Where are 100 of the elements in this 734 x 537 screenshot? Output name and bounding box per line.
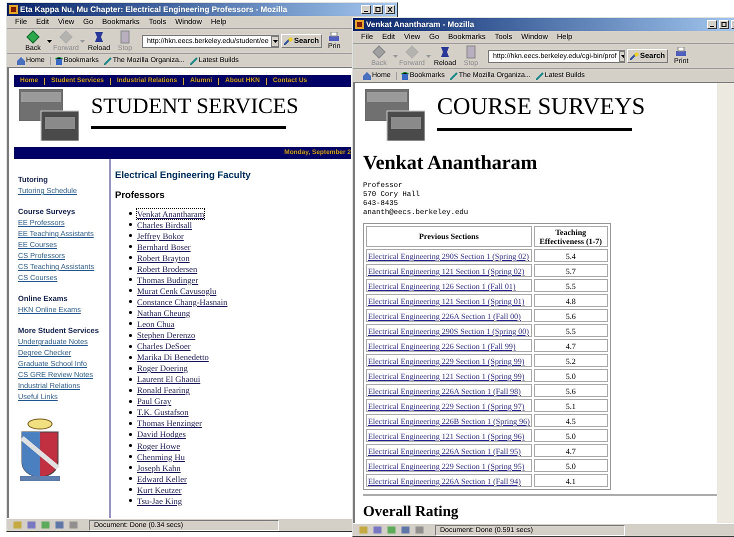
forward-arrow-icon <box>59 30 73 44</box>
bullet-icon <box>129 400 132 403</box>
professor-link[interactable]: Tsu-Jae King <box>137 496 182 506</box>
professor-name: Venkat Anantharam <box>363 153 538 173</box>
maximize-button[interactable] <box>719 20 729 29</box>
professor-link[interactable]: Chenming Hu <box>137 452 185 462</box>
bullet-icon <box>129 410 132 414</box>
professor-link[interactable]: Edward Keller <box>137 474 187 484</box>
bullet-icon <box>129 422 132 425</box>
bullet-icon <box>129 334 132 337</box>
bullet-icon <box>129 245 132 248</box>
professor-link[interactable]: Murat Cenk Cavusoglu <box>137 286 216 296</box>
professor-link[interactable]: Bernhard Boser <box>137 242 191 252</box>
bullet-icon <box>129 289 132 292</box>
professor-link[interactable]: Charles DeSoer <box>137 341 191 352</box>
dropdown-caret-icon <box>393 54 398 58</box>
table-cell: 5.0 <box>566 462 576 471</box>
professor-link[interactable]: Thomas Henzinger <box>137 418 202 428</box>
pencil-icon <box>190 56 198 64</box>
professor-link[interactable]: T.K. Gustafson <box>137 407 189 418</box>
maximize-icon <box>375 7 381 12</box>
professor-link[interactable]: Charles Birdsall <box>137 220 192 230</box>
bullet-icon <box>129 488 132 492</box>
professor-link[interactable]: Thomas Budinger <box>137 274 198 285</box>
professor-link[interactable]: Paul Gray <box>137 396 172 406</box>
professor-link[interactable]: Laurent El Ghaoui <box>137 374 200 384</box>
table-cell: 4.7 <box>566 447 576 456</box>
bookmarks-icon <box>400 72 409 80</box>
banner-title: COURSE SURVEYS <box>437 95 646 119</box>
professor-link[interactable]: Roger Howe <box>137 440 180 450</box>
professor-link[interactable]: Robert Brayton <box>137 252 190 263</box>
dropdown-caret-icon <box>80 40 85 42</box>
table-cell: 5.1 <box>566 402 576 411</box>
bullet-icon <box>129 466 132 470</box>
pencil-icon <box>104 56 112 64</box>
search-icon <box>630 52 639 60</box>
table-cell: 5.5 <box>566 282 576 291</box>
professor-link[interactable]: Jeffrey Bokor <box>137 230 184 241</box>
professor-link[interactable]: Ronald Fearing <box>137 385 190 396</box>
photo-placeholder <box>365 89 425 141</box>
professor-link[interactable]: David Hodges <box>137 429 186 440</box>
professor-link[interactable]: Nathan Cheung <box>137 308 190 318</box>
professor-link[interactable]: Joseph Kahn <box>137 462 181 473</box>
close-icon <box>387 7 393 12</box>
professor-link[interactable]: Stephen Derenzo <box>137 330 196 340</box>
bullet-icon <box>129 223 132 226</box>
bullet-icon <box>129 378 132 381</box>
section-heading: Professors <box>115 190 165 200</box>
professor-link[interactable]: Robert Brodersen <box>137 264 198 274</box>
table-cell: 5.0 <box>566 372 576 381</box>
professor-link[interactable]: Marika Di Benedetto <box>137 352 209 362</box>
bullet-icon <box>129 256 132 260</box>
table-cell: 5.5 <box>566 327 576 336</box>
table-cell: 4.5 <box>566 417 576 426</box>
table-cell: 4.1 <box>566 477 576 486</box>
bullet-icon <box>129 356 132 359</box>
table-cell: 5.4 <box>566 252 576 261</box>
printer-icon <box>675 47 688 57</box>
professor-link[interactable]: Kurt Keutzer <box>137 484 182 495</box>
bullet-icon <box>129 234 132 238</box>
dropdown-button[interactable] <box>270 36 278 46</box>
table-cell: 5.6 <box>566 312 576 321</box>
bullet-icon <box>129 278 132 282</box>
bullet-icon <box>129 344 132 348</box>
close-button[interactable] <box>385 5 395 14</box>
dropdown-caret-icon <box>272 40 278 42</box>
column-header: Teaching Effectiveness (1-7) <box>534 226 608 247</box>
pencil-icon <box>536 72 544 80</box>
maximize-button[interactable] <box>373 5 383 14</box>
search-icon <box>284 37 293 45</box>
section-heading: Overall Rating <box>363 505 458 520</box>
professor-link[interactable]: Constance Chang-Hasnain <box>137 296 228 307</box>
back-arrow-icon <box>26 30 40 44</box>
window-title: Eta Kappa Nu, Mu Chapter: Electrical Engineering Professors - Mozilla <box>20 6 288 14</box>
table-cell: 5.6 <box>566 387 576 396</box>
maximize-icon <box>721 22 727 27</box>
professor-link[interactable]: Leon Chua <box>137 318 175 329</box>
bullet-icon <box>129 311 132 314</box>
table-cell: 4.8 <box>566 297 576 306</box>
table-cell: 5.7 <box>566 267 576 276</box>
house-icon <box>363 72 371 80</box>
bullet-icon <box>129 499 132 502</box>
app-icon <box>355 20 364 29</box>
professor-link[interactable]: Venkat Anantharam <box>137 208 204 219</box>
professor-link[interactable]: Roger Doering <box>137 363 188 374</box>
minimize-button[interactable] <box>707 20 717 29</box>
bullet-icon <box>129 267 132 270</box>
bullet-icon <box>129 477 132 480</box>
dropdown-caret-icon <box>47 40 52 42</box>
dropdown-caret-icon <box>426 54 431 58</box>
dropdown-caret-icon <box>620 54 624 58</box>
minimize-button[interactable] <box>361 5 371 14</box>
bullet-icon <box>129 444 132 447</box>
bullet-icon <box>129 300 132 304</box>
forward-arrow-icon <box>405 45 419 59</box>
column-header: Previous Sections <box>366 226 532 247</box>
printer-icon <box>328 32 340 42</box>
page-heading: Electrical Engineering Faculty <box>115 171 251 180</box>
bullet-icon <box>129 366 132 370</box>
bullet-icon <box>129 455 132 458</box>
